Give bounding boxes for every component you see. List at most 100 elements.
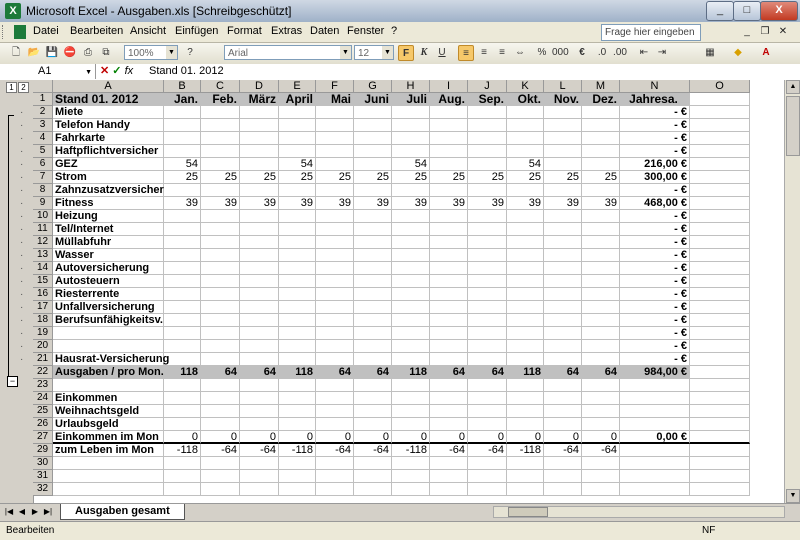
- cell-month-value[interactable]: [507, 210, 544, 223]
- cell-month-value[interactable]: [507, 392, 544, 405]
- cell-month-value[interactable]: -64: [430, 444, 468, 457]
- cell-month-value[interactable]: [316, 132, 354, 145]
- cell-empty[interactable]: [690, 327, 750, 340]
- cell-month-value[interactable]: Sep.: [468, 93, 507, 106]
- cell-month-value[interactable]: 0: [430, 431, 468, 444]
- cell-year-total[interactable]: - €: [620, 184, 690, 197]
- row-header[interactable]: 17: [33, 301, 53, 314]
- row-header[interactable]: 13: [33, 249, 53, 262]
- cell-month-value[interactable]: Aug.: [430, 93, 468, 106]
- cell-month-value[interactable]: [582, 288, 620, 301]
- minimize-button[interactable]: _: [706, 1, 734, 21]
- cell-month-value[interactable]: [582, 379, 620, 392]
- cell-month-value[interactable]: 118: [392, 366, 430, 379]
- cell-month-value[interactable]: [316, 483, 354, 496]
- row-header[interactable]: 31: [33, 470, 53, 483]
- outline-dot-icon[interactable]: ·: [20, 211, 23, 222]
- italic-button[interactable]: K: [416, 45, 432, 61]
- outline-dot-icon[interactable]: ·: [20, 120, 23, 131]
- cell-month-value[interactable]: [392, 483, 430, 496]
- menu-daten[interactable]: Daten: [310, 25, 339, 37]
- outline-dot-icon[interactable]: ·: [20, 276, 23, 287]
- cell-month-value[interactable]: [468, 353, 507, 366]
- cell-year-total[interactable]: - €: [620, 236, 690, 249]
- cell-month-value[interactable]: 25: [164, 171, 201, 184]
- cell-empty[interactable]: [690, 210, 750, 223]
- cell-label[interactable]: Weihnachtsgeld: [53, 405, 164, 418]
- cell-empty[interactable]: [690, 132, 750, 145]
- cell-month-value[interactable]: [354, 249, 392, 262]
- cell-month-value[interactable]: 25: [507, 171, 544, 184]
- close-button[interactable]: X: [760, 1, 798, 21]
- row-header[interactable]: 14: [33, 262, 53, 275]
- cell-month-value[interactable]: [201, 236, 240, 249]
- cell-month-value[interactable]: [240, 236, 279, 249]
- cell-month-value[interactable]: [240, 288, 279, 301]
- cell-month-value[interactable]: [316, 288, 354, 301]
- row-header[interactable]: 27: [33, 431, 53, 444]
- cell-label[interactable]: [53, 379, 164, 392]
- cell-month-value[interactable]: 64: [468, 366, 507, 379]
- cell-month-value[interactable]: [544, 314, 582, 327]
- cell-month-value[interactable]: [240, 132, 279, 145]
- cell-month-value[interactable]: [164, 210, 201, 223]
- cell-month-value[interactable]: [354, 210, 392, 223]
- cell-month-value[interactable]: 0: [392, 431, 430, 444]
- cell-month-value[interactable]: [164, 301, 201, 314]
- cell-year-total[interactable]: [620, 418, 690, 431]
- cell-month-value[interactable]: [201, 119, 240, 132]
- cell-month-value[interactable]: 54: [279, 158, 316, 171]
- cell-month-value[interactable]: [201, 106, 240, 119]
- cell-empty[interactable]: [690, 431, 750, 444]
- cell-month-value[interactable]: [279, 327, 316, 340]
- cell-month-value[interactable]: [164, 145, 201, 158]
- cell-month-value[interactable]: [507, 353, 544, 366]
- cell-month-value[interactable]: 118: [164, 366, 201, 379]
- cell-empty[interactable]: [690, 236, 750, 249]
- cell-month-value[interactable]: [164, 379, 201, 392]
- cell-month-value[interactable]: [392, 236, 430, 249]
- decrease-decimal-icon[interactable]: .00: [612, 45, 628, 61]
- cell-month-value[interactable]: [240, 457, 279, 470]
- cell-month-value[interactable]: [279, 184, 316, 197]
- cell-month-value[interactable]: [582, 184, 620, 197]
- cell-month-value[interactable]: [507, 106, 544, 119]
- cell-month-value[interactable]: [201, 314, 240, 327]
- cell-month-value[interactable]: 39: [507, 197, 544, 210]
- cell-month-value[interactable]: [279, 132, 316, 145]
- row-header[interactable]: 12: [33, 236, 53, 249]
- cell-month-value[interactable]: [392, 301, 430, 314]
- cell-month-value[interactable]: [354, 418, 392, 431]
- cell-month-value[interactable]: [430, 106, 468, 119]
- worksheet[interactable]: 1 2 − · · · · · · · · · · · · · · · · · · · · ABCDEFGHIJKLM…: [0, 80, 792, 503]
- doc-minimize-icon[interactable]: _: [740, 26, 754, 38]
- insert-function-icon[interactable]: fx: [125, 65, 134, 77]
- outline-dot-icon[interactable]: ·: [20, 185, 23, 196]
- cell-month-value[interactable]: [240, 470, 279, 483]
- cell-month-value[interactable]: [240, 275, 279, 288]
- cell-month-value[interactable]: [164, 184, 201, 197]
- cell-empty[interactable]: [690, 184, 750, 197]
- cell-month-value[interactable]: [468, 392, 507, 405]
- row-header[interactable]: 16: [33, 288, 53, 301]
- cell-month-value[interactable]: [392, 184, 430, 197]
- cell-month-value[interactable]: [354, 236, 392, 249]
- outline-dot-icon[interactable]: ·: [20, 146, 23, 157]
- cell-month-value[interactable]: [392, 327, 430, 340]
- cell-month-value[interactable]: [582, 236, 620, 249]
- cell-month-value[interactable]: [164, 483, 201, 496]
- hscroll-thumb[interactable]: [508, 507, 548, 517]
- cell-month-value[interactable]: [582, 327, 620, 340]
- cell-month-value[interactable]: [392, 145, 430, 158]
- cell-month-value[interactable]: [582, 106, 620, 119]
- row-header[interactable]: 9: [33, 197, 53, 210]
- cell-month-value[interactable]: [392, 223, 430, 236]
- cell-month-value[interactable]: [430, 275, 468, 288]
- cell-month-value[interactable]: [544, 184, 582, 197]
- cell-month-value[interactable]: [544, 483, 582, 496]
- menu-datei[interactable]: Datei: [33, 25, 59, 37]
- horizontal-scrollbar[interactable]: [493, 506, 785, 518]
- cell-month-value[interactable]: [430, 236, 468, 249]
- cell-month-value[interactable]: [240, 340, 279, 353]
- confirm-icon[interactable]: ✓: [112, 65, 121, 77]
